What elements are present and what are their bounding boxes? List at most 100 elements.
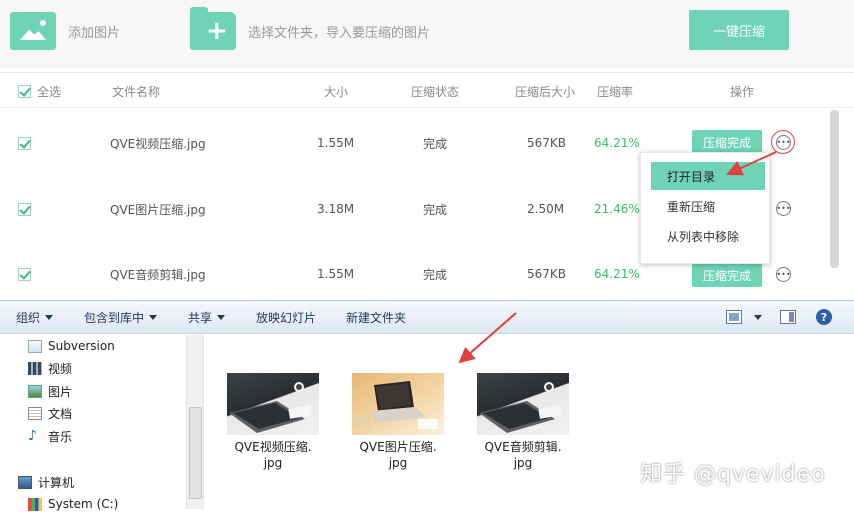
folder-icon — [28, 339, 42, 353]
document-library-icon — [28, 406, 42, 420]
nav-item-documents[interactable]: 文档 — [28, 403, 72, 423]
nav-item-subversion[interactable]: Subversion — [28, 336, 115, 356]
nav-label: 视频 — [48, 361, 73, 376]
select-all-checkbox[interactable] — [18, 84, 31, 98]
file-explorer: 组织 包含到库中 共享 放映幻灯片 新建文件夹 ? Subversion 视频 … — [0, 300, 854, 511]
nav-label: Subversion — [48, 339, 115, 353]
compress-ratio: 64.21% — [594, 267, 640, 281]
video-library-icon — [28, 361, 42, 375]
compress-status: 完成 — [423, 267, 448, 282]
compress-ratio: 64.21% — [594, 136, 640, 150]
file-name: QVE图片压缩.jpg — [110, 202, 206, 217]
compress-done-button[interactable]: 压缩完成 — [692, 130, 762, 154]
nav-label: 文档 — [48, 406, 73, 421]
header-ratio: 压缩率 — [597, 84, 634, 99]
compressed-size: 2.50M — [527, 202, 565, 216]
file-label-line2: jpg — [388, 456, 408, 470]
chevron-down-icon — [45, 315, 54, 320]
file-label[interactable]: QVE图片压缩. jpg — [338, 439, 458, 471]
nav-label: 音乐 — [48, 429, 73, 444]
explorer-toolbar: 组织 包含到库中 共享 放映幻灯片 新建文件夹 ? — [0, 300, 854, 334]
list-scrollbar[interactable] — [830, 110, 839, 268]
thumbnail-audio-edit[interactable] — [477, 373, 569, 435]
laptop-photo-icon — [229, 382, 312, 433]
nav-item-music[interactable]: ♪ 音乐 — [28, 426, 72, 446]
image-icon — [10, 12, 56, 50]
file-label[interactable]: QVE视频压缩. jpg — [213, 439, 333, 471]
add-image-button[interactable]: 添加图片 — [10, 12, 120, 50]
slideshow-button[interactable]: 放映幻灯片 — [256, 301, 316, 334]
menu-recompress[interactable]: 重新压缩 — [651, 192, 765, 220]
file-name: QVE视频压缩.jpg — [110, 136, 206, 151]
music-icon: ♪ — [28, 427, 37, 444]
row-checkbox[interactable] — [18, 267, 31, 281]
file-label[interactable]: QVE音频剪辑. jpg — [463, 439, 583, 471]
compress-status: 完成 — [423, 202, 448, 217]
nav-scrollbar[interactable] — [186, 335, 203, 509]
more-options-icon[interactable]: ••• — [776, 267, 791, 282]
laptop-photo-icon — [479, 382, 562, 433]
chevron-down-icon — [149, 315, 158, 320]
watermark: 知乎 @qvevideo — [640, 462, 826, 487]
compress-ratio: 21.46% — [594, 202, 640, 216]
file-size: 1.55M — [317, 267, 355, 281]
file-label-line2: jpg — [263, 456, 283, 470]
preview-pane-icon[interactable] — [780, 310, 796, 324]
thumbnail-image-compress[interactable] — [352, 373, 444, 435]
nav-item-videos[interactable]: 视频 — [28, 358, 72, 378]
compress-status: 完成 — [423, 136, 448, 151]
file-size: 1.55M — [317, 136, 355, 150]
nav-label: 图片 — [48, 384, 73, 399]
chevron-down-icon[interactable] — [754, 315, 762, 320]
compressed-size: 567KB — [527, 267, 567, 281]
nav-label: 计算机 — [38, 475, 75, 490]
menu-open-directory[interactable]: 打开目录 — [651, 162, 765, 190]
nav-item-computer[interactable]: 计算机 — [18, 472, 74, 492]
share-button[interactable]: 共享 — [188, 301, 226, 334]
app-toolbar: 添加图片 + 选择文件夹，导入要压缩的图片 一键压缩 — [0, 0, 854, 68]
help-icon[interactable]: ? — [816, 309, 832, 325]
header-status: 压缩状态 — [411, 84, 460, 99]
list-scroll-thumb[interactable] — [830, 110, 839, 268]
picture-library-icon — [28, 384, 42, 398]
header-name: 文件名称 — [112, 84, 161, 99]
include-library-label: 包含到库中 — [84, 311, 145, 325]
select-all-label: 全选 — [37, 84, 62, 99]
include-library-button[interactable]: 包含到库中 — [84, 301, 158, 334]
file-name: QVE音频剪辑.jpg — [110, 267, 206, 282]
file-label-line1: QVE视频压缩. — [234, 440, 312, 454]
select-folder-button[interactable]: + 选择文件夹，导入要压缩的图片 — [190, 7, 431, 50]
context-menu: 打开目录 重新压缩 从列表中移除 — [640, 152, 770, 264]
compressor-app: 添加图片 + 选择文件夹，导入要压缩的图片 一键压缩 全选 文件名称 大小 压缩… — [0, 0, 854, 298]
table-header: 全选 文件名称 大小 压缩状态 压缩后大小 压缩率 操作 — [0, 72, 854, 108]
new-folder-button[interactable]: 新建文件夹 — [346, 301, 406, 334]
thumbnail-video-compress[interactable] — [227, 373, 319, 435]
computer-icon — [18, 475, 32, 489]
header-size: 大小 — [324, 84, 349, 99]
navigation-pane: Subversion 视频 图片 文档 ♪ 音乐 计算机 System (C:) — [0, 335, 204, 511]
chevron-down-icon — [217, 315, 226, 320]
compressed-size: 567KB — [527, 136, 567, 150]
more-options-icon[interactable]: ••• — [776, 201, 791, 216]
share-label: 共享 — [188, 311, 213, 325]
select-all[interactable]: 全选 — [18, 73, 61, 109]
organize-button[interactable]: 组织 — [16, 301, 54, 334]
file-view: QVE视频压缩. jpg QVE图片压缩. jpg QVE音频剪辑. jpg 知乎 @… — [205, 335, 854, 509]
organize-label: 组织 — [16, 311, 41, 325]
nav-scroll-thumb[interactable] — [189, 407, 202, 499]
nav-item-system-drive[interactable]: System (C:) — [28, 494, 118, 514]
file-label-line1: QVE图片压缩. — [359, 440, 437, 454]
row-checkbox[interactable] — [18, 136, 31, 150]
highlight-circle — [771, 130, 795, 154]
laptop-photo-icon — [356, 381, 438, 429]
menu-remove-from-list[interactable]: 从列表中移除 — [651, 222, 765, 250]
select-folder-label: 选择文件夹，导入要压缩的图片 — [248, 25, 431, 41]
nav-item-pictures[interactable]: 图片 — [28, 381, 72, 401]
row-checkbox[interactable] — [18, 202, 31, 216]
folder-add-icon: + — [190, 7, 236, 50]
change-view-icon[interactable] — [726, 310, 742, 324]
add-image-label: 添加图片 — [68, 25, 121, 41]
header-action: 操作 — [730, 84, 755, 99]
compress-all-button[interactable]: 一键压缩 — [689, 10, 789, 50]
compress-done-button[interactable]: 压缩完成 — [692, 263, 762, 287]
